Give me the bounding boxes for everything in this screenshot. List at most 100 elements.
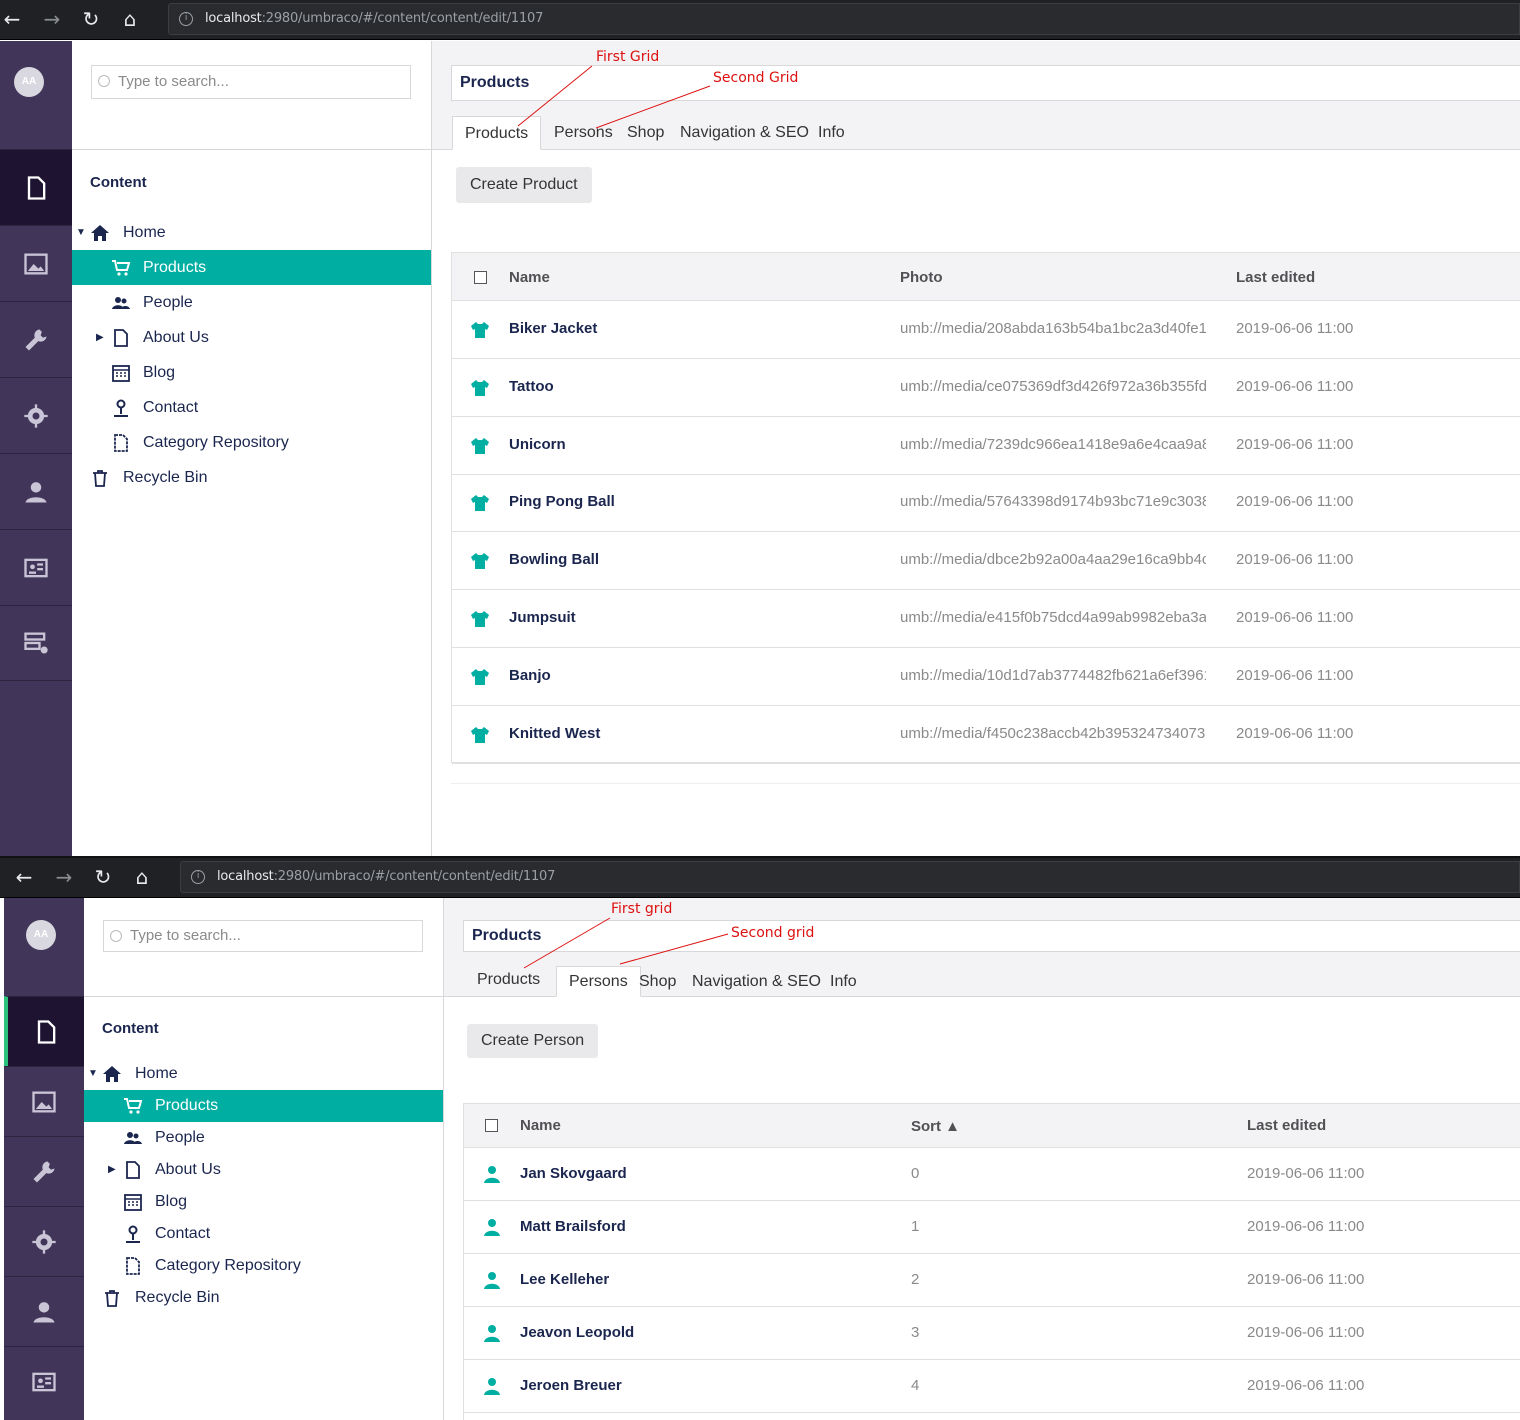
select-all-checkbox[interactable] bbox=[474, 271, 487, 284]
column-name[interactable]: Name bbox=[520, 1117, 561, 1134]
tab-info[interactable]: Info bbox=[818, 966, 869, 998]
tab-products[interactable]: Products bbox=[452, 116, 542, 150]
address-bar[interactable]: i localhost:2980/umbraco/#/content/conte… bbox=[168, 3, 1520, 35]
media-section-icon[interactable] bbox=[0, 225, 72, 301]
table-row[interactable]: Tattoo umb://media/ce075369df3d426f972a36… bbox=[452, 359, 1520, 417]
back-icon[interactable]: ← bbox=[0, 8, 24, 32]
members-icon[interactable] bbox=[0, 529, 72, 605]
gear-icon[interactable] bbox=[4, 1206, 84, 1276]
tab-info[interactable]: Info bbox=[806, 116, 857, 150]
table-row[interactable]: Bowling Ball umb://media/dbce2b92a00a4aa2… bbox=[452, 532, 1520, 591]
forward-icon[interactable]: → bbox=[52, 866, 76, 890]
members-icon[interactable] bbox=[4, 1346, 84, 1416]
table-row[interactable]: Matt Brailsford 1 2019-06-06 11:00 bbox=[464, 1201, 1520, 1254]
table-row[interactable]: Lee Kelleher 2 2019-06-06 11:00 bbox=[464, 1254, 1520, 1307]
tree-item-recycle-bin[interactable]: Recycle Bin bbox=[72, 460, 431, 495]
tree-item-people[interactable]: People bbox=[84, 1122, 443, 1154]
tree-item-products[interactable]: Products bbox=[72, 250, 431, 285]
home-button-icon[interactable]: ⌂ bbox=[118, 8, 142, 32]
column-sort[interactable]: Sort ▲ bbox=[911, 1118, 960, 1135]
column-last-edited[interactable]: Last edited bbox=[1247, 1117, 1326, 1134]
content-section-icon[interactable] bbox=[4, 996, 84, 1066]
avatar[interactable]: AA bbox=[14, 67, 44, 97]
row-name[interactable]: Ping Pong Ball bbox=[509, 493, 615, 510]
tree-item-blog[interactable]: Blog bbox=[72, 355, 431, 390]
browser-toolbar: ← → ↻ ⌂ i localhost:2980/umbraco/#/conte… bbox=[0, 858, 1520, 898]
info-icon[interactable]: i bbox=[179, 12, 193, 26]
tree-item-contact[interactable]: Contact bbox=[72, 390, 431, 425]
row-name[interactable]: Bowling Ball bbox=[509, 551, 599, 568]
table-row[interactable]: Banjo umb://media/10d1d7ab3774482fb621a6e… bbox=[452, 648, 1520, 706]
row-name[interactable]: Jumpsuit bbox=[509, 609, 576, 626]
table-row[interactable]: Jumpsuit umb://media/e415f0b75dcd4a99ab99… bbox=[452, 590, 1520, 648]
caret-down-icon[interactable]: ▼ bbox=[76, 215, 86, 250]
tree-item-home[interactable]: ▼ Home bbox=[72, 215, 431, 250]
reload-icon[interactable]: ↻ bbox=[79, 8, 103, 32]
row-last-edited: 2019-06-06 11:00 bbox=[1247, 1377, 1365, 1394]
tree-item-about-us[interactable]: ▶ About Us bbox=[84, 1154, 443, 1186]
back-icon[interactable]: ← bbox=[12, 866, 36, 890]
table-row[interactable]: Jeroen Breuer 4 2019-06-06 11:00 bbox=[464, 1360, 1520, 1413]
row-name[interactable]: Jeavon Leopold bbox=[520, 1324, 634, 1341]
table-row[interactable]: Biker Jacket umb://media/208abda163b54ba1… bbox=[452, 301, 1520, 359]
forms-icon[interactable] bbox=[0, 605, 72, 681]
table-row[interactable]: Unicorn umb://media/7239dc966ea1418e9a6e4… bbox=[452, 417, 1520, 475]
caret-down-icon[interactable]: ▼ bbox=[88, 1058, 98, 1090]
user-icon[interactable] bbox=[0, 453, 72, 529]
select-all-checkbox[interactable] bbox=[485, 1119, 498, 1132]
tree-item-about-us[interactable]: ▶ About Us bbox=[72, 320, 431, 355]
tab-persons[interactable]: Persons bbox=[542, 116, 625, 150]
avatar[interactable]: AA bbox=[26, 920, 56, 950]
user-icon[interactable] bbox=[4, 1276, 84, 1346]
row-name[interactable]: Jeroen Breuer bbox=[520, 1377, 622, 1394]
home-button-icon[interactable]: ⌂ bbox=[130, 866, 154, 890]
caret-right-icon[interactable]: ▶ bbox=[108, 1154, 116, 1186]
column-photo[interactable]: Photo bbox=[900, 269, 943, 286]
settings-wrench-icon[interactable] bbox=[0, 301, 72, 377]
tree-item-contact[interactable]: Contact bbox=[84, 1218, 443, 1250]
person-icon bbox=[482, 1323, 502, 1343]
tree-item-people[interactable]: People bbox=[72, 285, 431, 320]
column-last-edited[interactable]: Last edited bbox=[1236, 269, 1315, 286]
tree-item-home[interactable]: ▼ Home bbox=[84, 1058, 443, 1090]
tree-item-category-repository[interactable]: Category Repository bbox=[72, 425, 431, 460]
media-section-icon[interactable] bbox=[4, 1066, 84, 1136]
table-row[interactable]: Ping Pong Ball umb://media/57643398d9174b… bbox=[452, 474, 1520, 533]
tree-item-recycle-bin[interactable]: Recycle Bin bbox=[84, 1282, 443, 1314]
table-row[interactable]: Jeavon Leopold 3 2019-06-06 11:00 bbox=[464, 1307, 1520, 1360]
row-name[interactable]: Biker Jacket bbox=[509, 320, 597, 337]
create-product-button[interactable]: Create Product bbox=[456, 167, 592, 203]
info-icon[interactable]: i bbox=[191, 870, 205, 884]
node-name-field[interactable]: Products bbox=[463, 920, 1520, 952]
row-name[interactable]: Unicorn bbox=[509, 436, 566, 453]
node-name-field[interactable]: Products bbox=[451, 65, 1520, 101]
search-input[interactable]: Type to search... bbox=[91, 65, 411, 99]
caret-right-icon[interactable]: ▶ bbox=[96, 320, 104, 355]
address-bar[interactable]: i localhost:2980/umbraco/#/content/conte… bbox=[180, 861, 1520, 893]
settings-wrench-icon[interactable] bbox=[4, 1136, 84, 1206]
row-name[interactable]: Banjo bbox=[509, 667, 551, 684]
table-row[interactable]: Jan Skovgaard 0 2019-06-06 11:00 bbox=[464, 1148, 1520, 1201]
row-name[interactable]: Lee Kelleher bbox=[520, 1271, 609, 1288]
column-name[interactable]: Name bbox=[509, 269, 550, 286]
tab-navigation-seo[interactable]: Navigation & SEO bbox=[680, 966, 833, 998]
gear-icon[interactable] bbox=[0, 377, 72, 453]
reload-icon[interactable]: ↻ bbox=[91, 866, 115, 890]
table-row[interactable]: Knitted West umb://media/f450c238accb42b3… bbox=[452, 706, 1520, 764]
tree-item-category-repository[interactable]: Category Repository bbox=[84, 1250, 443, 1282]
row-name[interactable]: Tattoo bbox=[509, 378, 554, 395]
search-input[interactable]: Type to search... bbox=[103, 920, 423, 952]
create-person-button[interactable]: Create Person bbox=[467, 1024, 599, 1058]
tab-products[interactable]: Products bbox=[465, 964, 552, 996]
tree-item-products[interactable]: Products bbox=[84, 1090, 443, 1122]
tab-navigation-seo[interactable]: Navigation & SEO bbox=[668, 116, 821, 150]
row-name[interactable]: Knitted West bbox=[509, 725, 600, 742]
row-name[interactable]: Matt Brailsford bbox=[520, 1218, 626, 1235]
row-name[interactable]: Jan Skovgaard bbox=[520, 1165, 627, 1182]
content-section-icon[interactable] bbox=[0, 149, 72, 225]
row-photo: umb://media/f450c238accb42b3953247340735 bbox=[900, 724, 1206, 742]
row-last-edited: 2019-06-06 11:00 bbox=[1247, 1271, 1365, 1288]
cart-icon bbox=[123, 1096, 143, 1116]
forward-icon[interactable]: → bbox=[40, 8, 64, 32]
tree-item-blog[interactable]: Blog bbox=[84, 1186, 443, 1218]
